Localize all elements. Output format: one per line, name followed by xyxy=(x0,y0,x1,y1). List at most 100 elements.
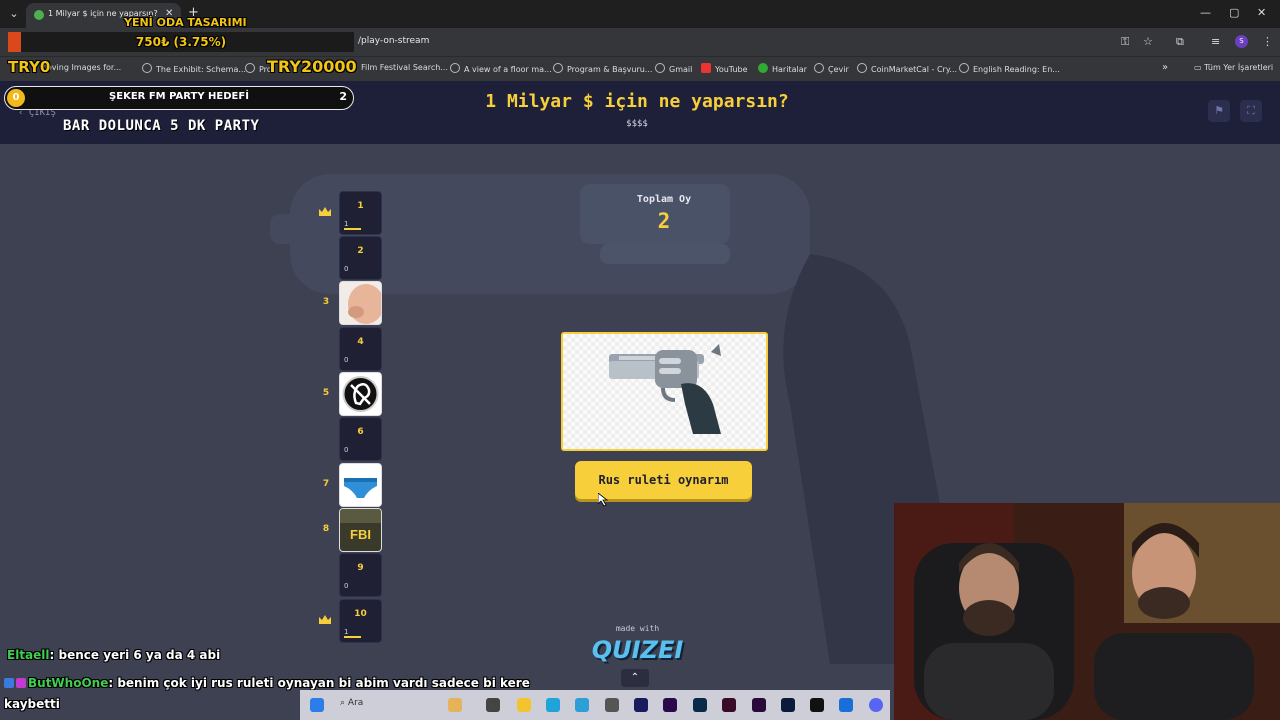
rank-card-9[interactable]: 90 xyxy=(339,553,382,597)
rank-votes: 0 xyxy=(344,582,349,590)
close-window-icon[interactable]: ✕ xyxy=(1257,6,1266,19)
rank-vote-bar xyxy=(344,636,361,638)
rank-votes: 0 xyxy=(344,265,349,273)
bookmark-item[interactable]: Çevir xyxy=(814,63,849,74)
chat-message: kaybetti xyxy=(4,697,60,711)
youtube-icon xyxy=(701,63,711,73)
rank-card-6[interactable]: 60 xyxy=(339,417,382,461)
chat-message: Eltaell: bence yeri 6 ya da 4 abi xyxy=(7,648,220,662)
rank-number: 1 xyxy=(357,201,364,211)
rank-card-1[interactable]: 11 xyxy=(339,191,382,235)
browser-menu-icon[interactable]: ⋮ xyxy=(1262,35,1273,48)
fullscreen-icon[interactable]: ⛶ xyxy=(1240,100,1262,122)
chat-message: ButWhoOne: benim çok iyi rus ruleti oyna… xyxy=(4,676,530,690)
rank-votes: 1 xyxy=(344,628,349,636)
bookmark-item[interactable]: The Exhibit: Schema... xyxy=(142,63,246,74)
bookmark-item[interactable]: YouTube xyxy=(701,63,748,74)
rank-card-10[interactable]: 10 1 xyxy=(339,599,382,643)
rank-number: 7 xyxy=(322,479,330,489)
ear-icon xyxy=(340,373,381,415)
answer-image-card[interactable] xyxy=(561,332,768,451)
rank-card-5[interactable] xyxy=(339,372,382,416)
rank-votes: 0 xyxy=(344,356,349,364)
bookmark-item[interactable]: Moving Images for... xyxy=(40,63,121,72)
chat-badge-icon xyxy=(4,678,14,688)
discord-icon[interactable] xyxy=(869,698,883,712)
steam-icon[interactable] xyxy=(605,698,619,712)
tab-favicon-icon xyxy=(34,10,44,20)
edge-icon[interactable] xyxy=(546,698,560,712)
url-field[interactable]: /play-on-stream xyxy=(358,36,429,46)
globe-icon xyxy=(857,63,867,73)
photoshop-icon[interactable] xyxy=(693,698,707,712)
rank-card-2[interactable]: 20 xyxy=(339,236,382,280)
taskbar-app-icon[interactable] xyxy=(448,698,462,712)
rank-number: 3 xyxy=(322,297,330,307)
rank-number: 8 xyxy=(322,524,330,534)
file-explorer-icon[interactable] xyxy=(517,698,531,712)
media-controls-icon[interactable]: ≡ xyxy=(1211,35,1220,48)
all-bookmarks-folder[interactable]: ▭ Tüm Yer İşaretleri xyxy=(1194,63,1273,72)
globe-icon xyxy=(553,63,563,73)
globe-icon xyxy=(142,63,152,73)
store-icon[interactable] xyxy=(575,698,589,712)
revolver-icon xyxy=(609,344,721,434)
extensions-icon[interactable]: ⧉ xyxy=(1176,35,1184,49)
maximize-icon[interactable]: ▢ xyxy=(1229,6,1239,19)
bookmark-item[interactable]: A view of a floor ma... xyxy=(450,63,552,74)
bookmark-star-icon[interactable]: ☆ xyxy=(1143,35,1153,48)
task-view-icon[interactable] xyxy=(486,698,500,712)
chevron-up-icon[interactable]: ⌃ xyxy=(621,669,649,687)
rank-card-3[interactable] xyxy=(339,281,382,325)
underwear-image xyxy=(340,464,381,506)
globe-icon xyxy=(245,63,255,73)
rank-votes: 0 xyxy=(344,446,349,454)
quizei-logo[interactable]: QUIZEI xyxy=(590,636,685,664)
password-key-icon[interactable]: ⚿ xyxy=(1121,35,1129,49)
bookmarks-bar: Moving Images for... The Exhibit: Schema… xyxy=(0,56,1280,81)
rank-votes: 1 xyxy=(344,220,349,228)
minimize-icon[interactable]: — xyxy=(1200,6,1211,19)
rank-number: 4 xyxy=(357,337,364,347)
chat-text: : benim çok iyi rus ruleti oynayan bi ab… xyxy=(108,676,530,690)
animate-icon[interactable] xyxy=(722,698,736,712)
tab-search-icon[interactable]: ⌄ xyxy=(5,5,23,23)
more-bookmarks-icon[interactable]: » xyxy=(1162,62,1168,73)
rank-card-7[interactable] xyxy=(339,463,382,507)
bookmark-item[interactable]: Program & Başvuru... xyxy=(553,63,652,74)
streamer-webcam xyxy=(894,503,1280,720)
crown-icon xyxy=(319,615,331,624)
made-with-label: made with xyxy=(615,624,660,633)
translate-icon xyxy=(814,63,824,73)
globe-icon xyxy=(450,63,460,73)
profile-avatar[interactable]: S xyxy=(1235,35,1248,48)
bookmark-item[interactable]: Gmail xyxy=(655,63,692,74)
bookmark-item[interactable]: English Reading: En... xyxy=(959,63,1060,74)
rank-card-8[interactable]: FBI xyxy=(339,508,382,552)
taskbar-search[interactable]: ⌕ Ara xyxy=(340,698,363,708)
report-flag-icon[interactable]: ⚑ xyxy=(1208,100,1230,122)
windows-start-icon[interactable] xyxy=(310,698,324,712)
rank-number: 9 xyxy=(357,563,364,573)
donation-progress-text: 750₺ (3.75%) xyxy=(135,35,227,49)
lightroom-icon[interactable] xyxy=(781,698,795,712)
chat-text: : bence yeri 6 ya da 4 abi xyxy=(49,648,221,662)
taskbar-app-icon[interactable] xyxy=(810,698,824,712)
bookmark-item[interactable]: CoinMarketCal - Cry... xyxy=(857,63,957,74)
bookmark-item[interactable]: Haritalar xyxy=(758,63,807,74)
after-effects-icon[interactable] xyxy=(634,698,648,712)
goal-count: 2 xyxy=(339,90,347,103)
outlook-icon[interactable] xyxy=(839,698,853,712)
total-votes-value: 2 xyxy=(657,209,671,233)
total-votes-label: Toplam Oy xyxy=(636,194,692,205)
premiere-icon[interactable] xyxy=(663,698,677,712)
svg-text:FBI: FBI xyxy=(350,527,371,542)
rank-card-4[interactable]: 40 xyxy=(339,327,382,371)
character-animator-icon[interactable] xyxy=(752,698,766,712)
donation-target-amount: TRY20000 xyxy=(267,57,357,76)
crown-icon xyxy=(319,207,331,216)
mouse-cursor-icon xyxy=(598,493,608,507)
party-goal-bar: 0 ŞEKER FM PARTY HEDEFİ 2 xyxy=(4,86,354,110)
bookmark-item[interactable]: Film Festival Search... xyxy=(361,63,448,72)
globe-icon xyxy=(959,63,969,73)
